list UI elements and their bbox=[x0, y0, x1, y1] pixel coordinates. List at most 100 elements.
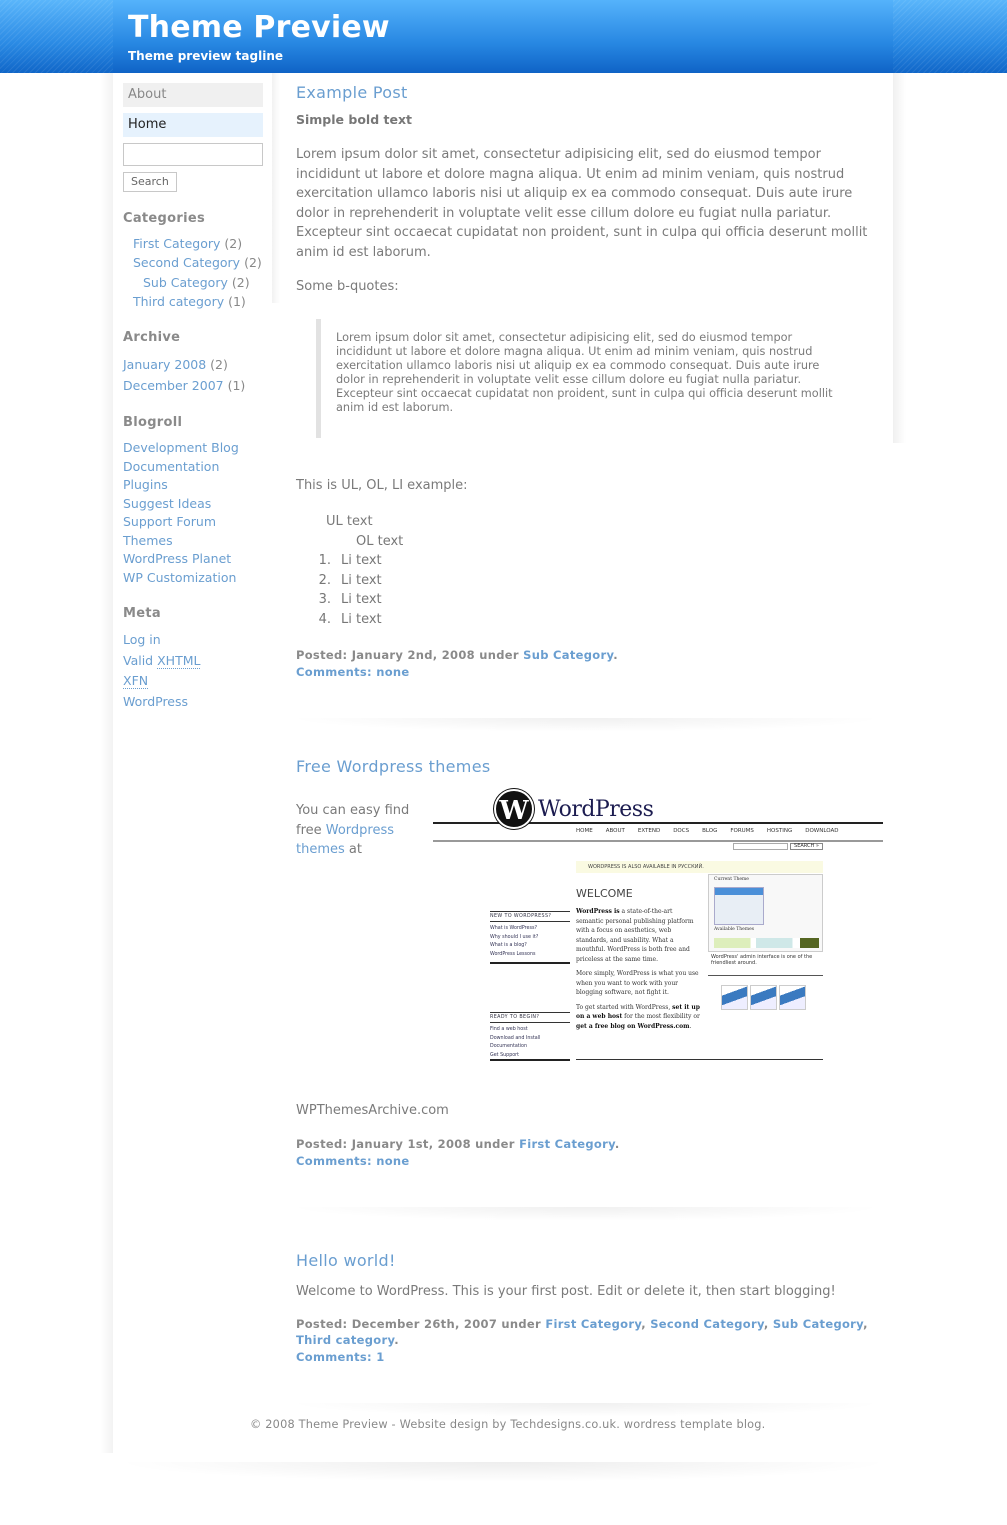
li-number: 4. bbox=[318, 611, 331, 627]
wp-ready-heading: READY TO BEGIN? bbox=[490, 1012, 570, 1023]
wp-search-button: SEARCH » bbox=[790, 843, 823, 850]
post-category-link[interactable]: Sub Category bbox=[523, 648, 613, 662]
wp-theme-thumbnail bbox=[714, 887, 764, 925]
post-divider bbox=[286, 1207, 886, 1221]
ul-example: UL text bbox=[326, 512, 886, 532]
wp-nav-item: FORUMS bbox=[730, 828, 754, 834]
wp-caption: WordPress' admin interface is one of the… bbox=[711, 954, 813, 966]
meta-item: Valid XHTML bbox=[123, 651, 263, 672]
main-content: Example Post Simple bold text Lorem ipsu… bbox=[286, 83, 886, 1417]
category-count: (2) bbox=[231, 275, 250, 290]
site-tagline: Theme preview tagline bbox=[128, 49, 284, 63]
wordpress-logo-icon: W bbox=[494, 789, 534, 829]
wp-rule bbox=[490, 1059, 570, 1061]
intro-after: at bbox=[344, 842, 362, 857]
li-text: Li text bbox=[341, 572, 382, 588]
archive-count: (1) bbox=[227, 378, 246, 393]
search-button[interactable]: Search bbox=[123, 172, 177, 192]
category-count: (2) bbox=[224, 236, 243, 251]
wp-nav: HOME ABOUT EXTEND DOCS BLOG FORUMS HOSTING DOWN… bbox=[576, 828, 851, 834]
blogroll-link[interactable]: WordPress Planet bbox=[123, 551, 231, 566]
wordpress-link[interactable]: WordPress bbox=[123, 694, 188, 709]
post-free-themes: Free Wordpress themes You can easy find … bbox=[286, 757, 886, 1221]
archive-item: December 2007 (1) bbox=[123, 375, 263, 396]
wp-body-p2: More simply, WordPress is what you use w… bbox=[576, 970, 699, 996]
blogroll-item: Documentation bbox=[123, 458, 263, 477]
search-input[interactable] bbox=[123, 143, 263, 166]
post-title[interactable]: Hello world! bbox=[296, 1251, 396, 1270]
site-title[interactable]: Theme Preview bbox=[128, 10, 390, 45]
wp-body-p3: To get started with WordPress, set it up… bbox=[576, 1003, 701, 1032]
post-title[interactable]: Example Post bbox=[296, 83, 408, 102]
comments-link[interactable]: Comments: none bbox=[296, 665, 410, 679]
wp-left-item: Why should I use it? bbox=[490, 934, 539, 940]
blogroll-item: Themes bbox=[123, 532, 263, 551]
ol-example: 1. Li text 2. Li text 3. Li text 4. Li text bbox=[306, 551, 886, 629]
blogroll-item: WP Customization bbox=[123, 569, 263, 588]
valid-xhtml-link[interactable]: Valid XHTML bbox=[123, 652, 201, 669]
archive-link-jan-2008[interactable]: January 2008 bbox=[123, 357, 206, 372]
page-tab-about[interactable]: About bbox=[123, 83, 263, 107]
post-category-link[interactable]: First Category bbox=[545, 1317, 641, 1331]
comments-link[interactable]: Comments: 1 bbox=[296, 1350, 385, 1364]
footer-text: © 2008 Theme Preview - Website design by… bbox=[250, 1418, 766, 1431]
category-link-sub[interactable]: Sub Category bbox=[143, 275, 228, 290]
blogroll-link[interactable]: Documentation bbox=[123, 459, 219, 474]
meta-list: Log in Valid XHTML XFN WordPress bbox=[123, 630, 263, 712]
li-item: 1. Li text bbox=[306, 551, 886, 571]
wp-left-item: Find a web host bbox=[490, 1027, 528, 1032]
post-category-link[interactable]: Sub Category bbox=[773, 1317, 863, 1331]
wp-current-theme-panel: Current Theme Available Themes bbox=[708, 874, 823, 952]
page-tab-home[interactable]: Home bbox=[123, 113, 263, 137]
post-title[interactable]: Free Wordpress themes bbox=[296, 757, 490, 776]
page-shadow-right bbox=[893, 73, 906, 443]
archive-list: January 2008 (2) December 2007 (1) bbox=[123, 354, 263, 396]
blogroll-link[interactable]: Themes bbox=[123, 533, 173, 548]
blogroll-item: Support Forum bbox=[123, 513, 263, 532]
wp-left-item: What is a blog? bbox=[490, 943, 527, 948]
wp-body-text: . bbox=[689, 1022, 692, 1030]
archive-heading: Archive bbox=[123, 330, 181, 345]
meta-item: Log in bbox=[123, 630, 263, 651]
posted-date: Posted: January 1st, 2008 under bbox=[296, 1137, 520, 1151]
post-paragraph: Lorem ipsum dolor sit amet, consectetur … bbox=[296, 147, 868, 260]
category-link-second[interactable]: Second Category bbox=[133, 255, 240, 270]
post-category-link[interactable]: Third category bbox=[296, 1333, 394, 1347]
ul-text: UL text bbox=[326, 514, 373, 529]
page-shadow-left bbox=[100, 73, 113, 1453]
blogroll-link[interactable]: Support Forum bbox=[123, 514, 216, 529]
wp-thumb bbox=[750, 985, 777, 1010]
wp-nav-item: DOCS bbox=[673, 828, 690, 834]
archive-link-dec-2007[interactable]: December 2007 bbox=[123, 378, 224, 393]
category-item: Sub Category (2) bbox=[143, 274, 263, 293]
meta-heading: Meta bbox=[123, 606, 161, 621]
post-meta: Posted: January 2nd, 2008 under Sub Cate… bbox=[296, 648, 618, 679]
archive-item: January 2008 (2) bbox=[123, 354, 263, 375]
wp-left-item: WordPress Lessons bbox=[490, 951, 536, 957]
category-count: (2) bbox=[244, 254, 262, 270]
post-category-link[interactable]: First Category bbox=[519, 1137, 615, 1151]
li-number: 3. bbox=[318, 592, 331, 607]
li-item: 2. Li text bbox=[306, 571, 886, 591]
wp-nav-item: HOSTING bbox=[766, 828, 793, 834]
login-link[interactable]: Log in bbox=[123, 632, 161, 647]
post-after-image-text: WPThemesArchive.com bbox=[296, 1103, 449, 1118]
categories-heading: Categories bbox=[123, 211, 206, 226]
blogroll-link[interactable]: Plugins bbox=[123, 477, 168, 492]
li-text: Li text bbox=[341, 592, 382, 607]
category-link-first[interactable]: First Category bbox=[133, 236, 220, 251]
blogroll-link[interactable]: Suggest Ideas bbox=[123, 496, 211, 511]
wp-search-box bbox=[733, 843, 788, 850]
category-link-third[interactable]: Third category bbox=[133, 294, 224, 309]
post-paragraph: Welcome to WordPress. This is your first… bbox=[296, 1284, 836, 1299]
meta-item: WordPress bbox=[123, 692, 263, 713]
wp-available-themes-label: Available Themes bbox=[714, 927, 755, 932]
post-category-link[interactable]: Second Category bbox=[650, 1317, 764, 1331]
xfn-link[interactable]: XFN bbox=[123, 673, 149, 689]
post-meta: Posted: December 26th, 2007 under First … bbox=[296, 1316, 868, 1364]
blogroll-link[interactable]: WP Customization bbox=[123, 570, 236, 585]
blogroll-link[interactable]: Development Blog bbox=[123, 440, 239, 455]
comments-link[interactable]: Comments: none bbox=[296, 1154, 410, 1168]
post-hello-world: Hello world! Welcome to WordPress. This … bbox=[286, 1251, 886, 1417]
wp-body-text: for the most flexibility or bbox=[622, 1013, 700, 1020]
